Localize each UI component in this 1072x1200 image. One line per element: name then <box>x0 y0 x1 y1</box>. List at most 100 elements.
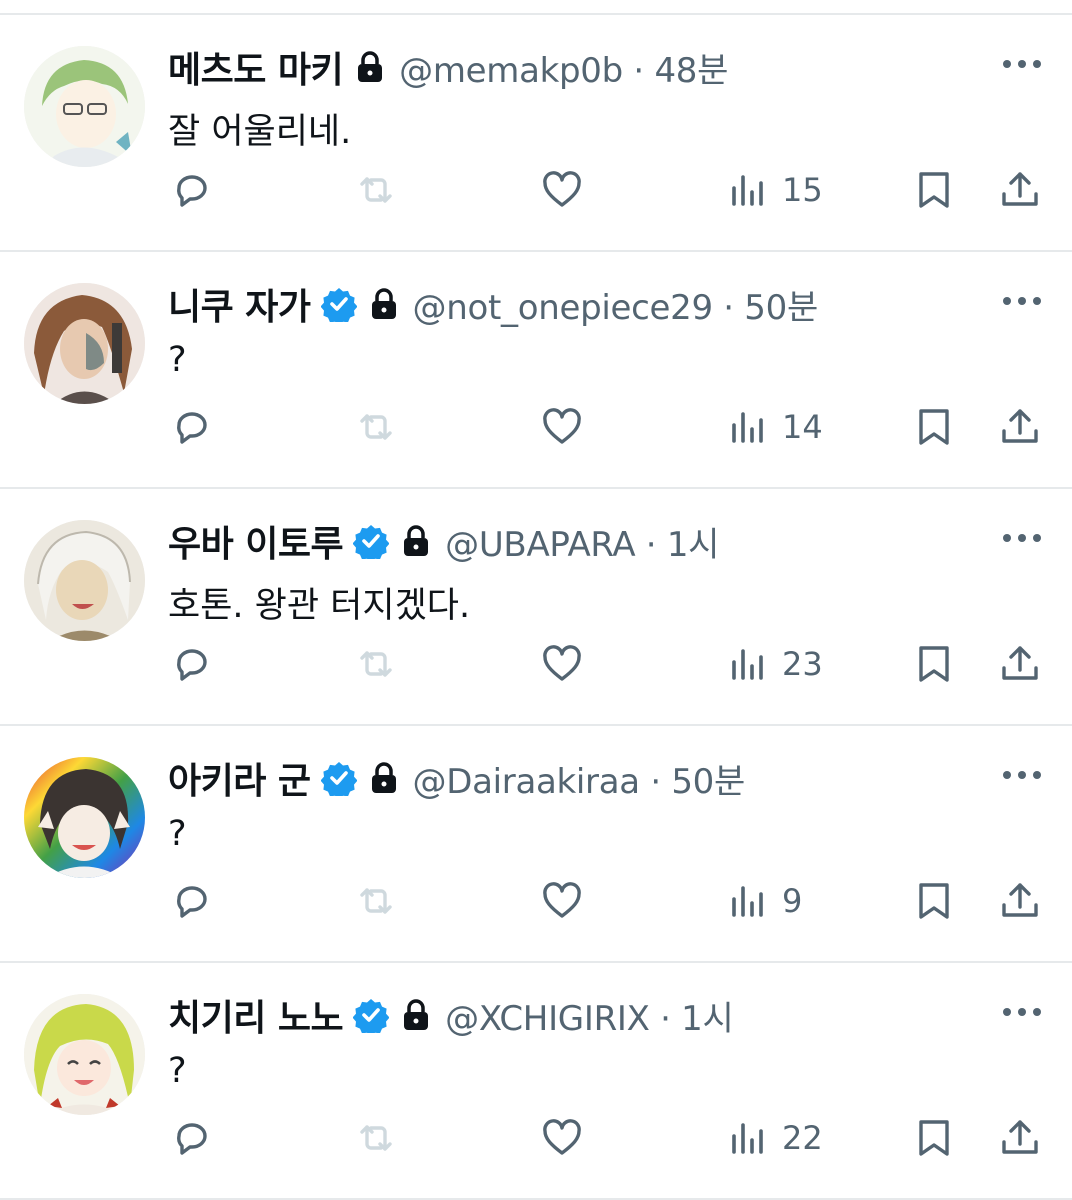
like-button[interactable] <box>540 163 584 217</box>
avatar[interactable] <box>24 283 145 404</box>
views-count: 23 <box>782 645 823 683</box>
avatar[interactable] <box>24 520 145 641</box>
tweet-row[interactable]: 니쿠 자가 @not_onepiece29 · 50분 ? 14 <box>0 252 1072 489</box>
heart-icon <box>543 408 581 444</box>
bookmark-button[interactable] <box>912 163 956 217</box>
views-button[interactable]: 22 <box>726 1111 823 1165</box>
heart-icon <box>543 645 581 681</box>
views-count: 22 <box>782 1119 823 1157</box>
bookmark-icon <box>919 172 949 208</box>
retweet-icon <box>360 651 392 677</box>
retweet-button[interactable] <box>354 163 398 217</box>
like-button[interactable] <box>540 874 584 928</box>
retweet-icon <box>360 414 392 440</box>
avatar[interactable] <box>24 994 145 1115</box>
tweet-row[interactable]: 우바 이토루 @UBAPARA · 1시 호톤. 왕관 터지겠다. 23 <box>0 489 1072 726</box>
bookmark-icon <box>919 409 949 445</box>
share-button[interactable] <box>998 874 1042 928</box>
reply-button[interactable] <box>170 637 214 691</box>
reply-icon <box>177 175 207 207</box>
tweet-text: ? <box>168 1051 187 1091</box>
more-options-icon[interactable] <box>1002 1007 1042 1017</box>
retweet-button[interactable] <box>354 400 398 454</box>
display-name[interactable]: 우바 이토루 <box>168 515 344 567</box>
more-options-icon[interactable] <box>1002 59 1042 69</box>
action-bar: 15 <box>0 163 1072 217</box>
handle-and-time[interactable]: @not_onepiece29 · 50분 <box>413 280 819 329</box>
bookmark-button[interactable] <box>912 400 956 454</box>
handle-and-time[interactable]: @Dairaakiraa · 50분 <box>413 754 746 803</box>
tweet-text: ? <box>168 814 187 854</box>
lock-icon <box>358 51 383 82</box>
share-button[interactable] <box>998 637 1042 691</box>
share-icon <box>1002 646 1038 680</box>
share-button[interactable] <box>998 1111 1042 1165</box>
views-button[interactable]: 15 <box>726 163 823 217</box>
like-button[interactable] <box>540 400 584 454</box>
reply-button[interactable] <box>170 874 214 928</box>
share-icon <box>1002 883 1038 917</box>
display-name[interactable]: 니쿠 자가 <box>168 278 311 330</box>
verified-badge-icon <box>353 999 390 1033</box>
bookmark-icon <box>919 883 949 919</box>
views-icon <box>732 175 763 206</box>
handle-and-time[interactable]: @UBAPARA · 1시 <box>445 517 719 566</box>
action-bar: 9 <box>0 874 1072 928</box>
reply-icon <box>177 886 207 918</box>
heart-icon <box>543 882 581 918</box>
views-button[interactable]: 23 <box>726 637 823 691</box>
verified-badge-icon <box>320 288 357 322</box>
action-bar: 22 <box>0 1111 1072 1165</box>
avatar[interactable] <box>24 757 145 878</box>
views-count: 15 <box>782 171 823 209</box>
retweet-icon <box>360 177 392 203</box>
retweet-button[interactable] <box>354 874 398 928</box>
lock-icon <box>404 999 429 1030</box>
lock-icon <box>371 762 396 793</box>
reply-button[interactable] <box>170 1111 214 1165</box>
tweet-header: 우바 이토루 @UBAPARA · 1시 <box>168 515 952 567</box>
action-bar: 14 <box>0 400 1072 454</box>
views-button[interactable]: 9 <box>726 874 802 928</box>
reply-icon <box>177 649 207 681</box>
display-name[interactable]: 아키라 군 <box>168 752 311 804</box>
tweet-header: 아키라 군 @Dairaakiraa · 50분 <box>168 752 952 804</box>
tweet-text: ? <box>168 340 187 380</box>
tweet-header: 치기리 노노 @XCHIGIRIX · 1시 <box>168 989 952 1041</box>
tweet-row[interactable]: 메츠도 마키 @memakp0b · 48분 잘 어울리네. 15 <box>0 15 1072 252</box>
handle-and-time[interactable]: @memakp0b · 48분 <box>399 43 728 92</box>
retweet-button[interactable] <box>354 637 398 691</box>
heart-icon <box>543 171 581 207</box>
display-name[interactable]: 치기리 노노 <box>168 989 344 1041</box>
avatar[interactable] <box>24 46 145 167</box>
tweet-text: 잘 어울리네. <box>168 112 352 152</box>
tweet-text: 호톤. 왕관 터지겠다. <box>168 586 471 626</box>
reply-button[interactable] <box>170 400 214 454</box>
bookmark-button[interactable] <box>912 637 956 691</box>
like-button[interactable] <box>540 1111 584 1165</box>
share-button[interactable] <box>998 400 1042 454</box>
bookmark-button[interactable] <box>912 1111 956 1165</box>
views-icon <box>732 649 763 680</box>
reply-button[interactable] <box>170 163 214 217</box>
views-icon <box>732 412 763 443</box>
share-button[interactable] <box>998 163 1042 217</box>
reply-icon <box>177 412 207 444</box>
retweet-button[interactable] <box>354 1111 398 1165</box>
tweet-row[interactable]: 치기리 노노 @XCHIGIRIX · 1시 ? 22 <box>0 963 1072 1200</box>
handle-and-time[interactable]: @XCHIGIRIX · 1시 <box>445 991 734 1040</box>
reply-icon <box>177 1123 207 1155</box>
display-name[interactable]: 메츠도 마키 <box>168 41 344 93</box>
like-button[interactable] <box>540 637 584 691</box>
bookmark-button[interactable] <box>912 874 956 928</box>
more-options-icon[interactable] <box>1002 296 1042 306</box>
tweet-header: 니쿠 자가 @not_onepiece29 · 50분 <box>168 278 952 330</box>
tweet-row[interactable]: 아키라 군 @Dairaakiraa · 50분 ? 9 <box>0 726 1072 963</box>
share-icon <box>1002 409 1038 443</box>
views-button[interactable]: 14 <box>726 400 823 454</box>
verified-badge-icon <box>320 762 357 796</box>
more-options-icon[interactable] <box>1002 770 1042 780</box>
views-count: 9 <box>782 882 803 920</box>
verified-badge-icon <box>353 525 390 559</box>
more-options-icon[interactable] <box>1002 533 1042 543</box>
